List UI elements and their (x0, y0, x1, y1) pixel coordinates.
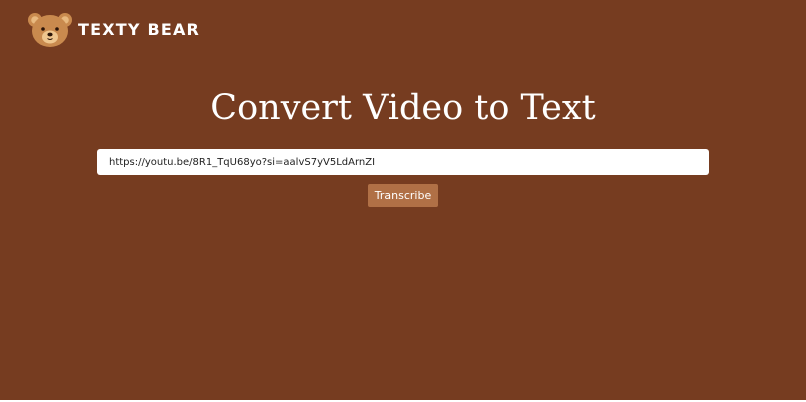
teddy-bear-icon (28, 13, 72, 47)
brand-name: TEXTY BEAR (78, 20, 201, 39)
page-background: TEXTY BEAR Convert Video to Text Transcr… (0, 0, 806, 400)
transcribe-button[interactable]: Transcribe (368, 184, 438, 207)
page-title: Convert Video to Text (210, 88, 596, 128)
brand[interactable]: TEXTY BEAR (26, 12, 200, 48)
video-url-input[interactable] (97, 149, 709, 175)
